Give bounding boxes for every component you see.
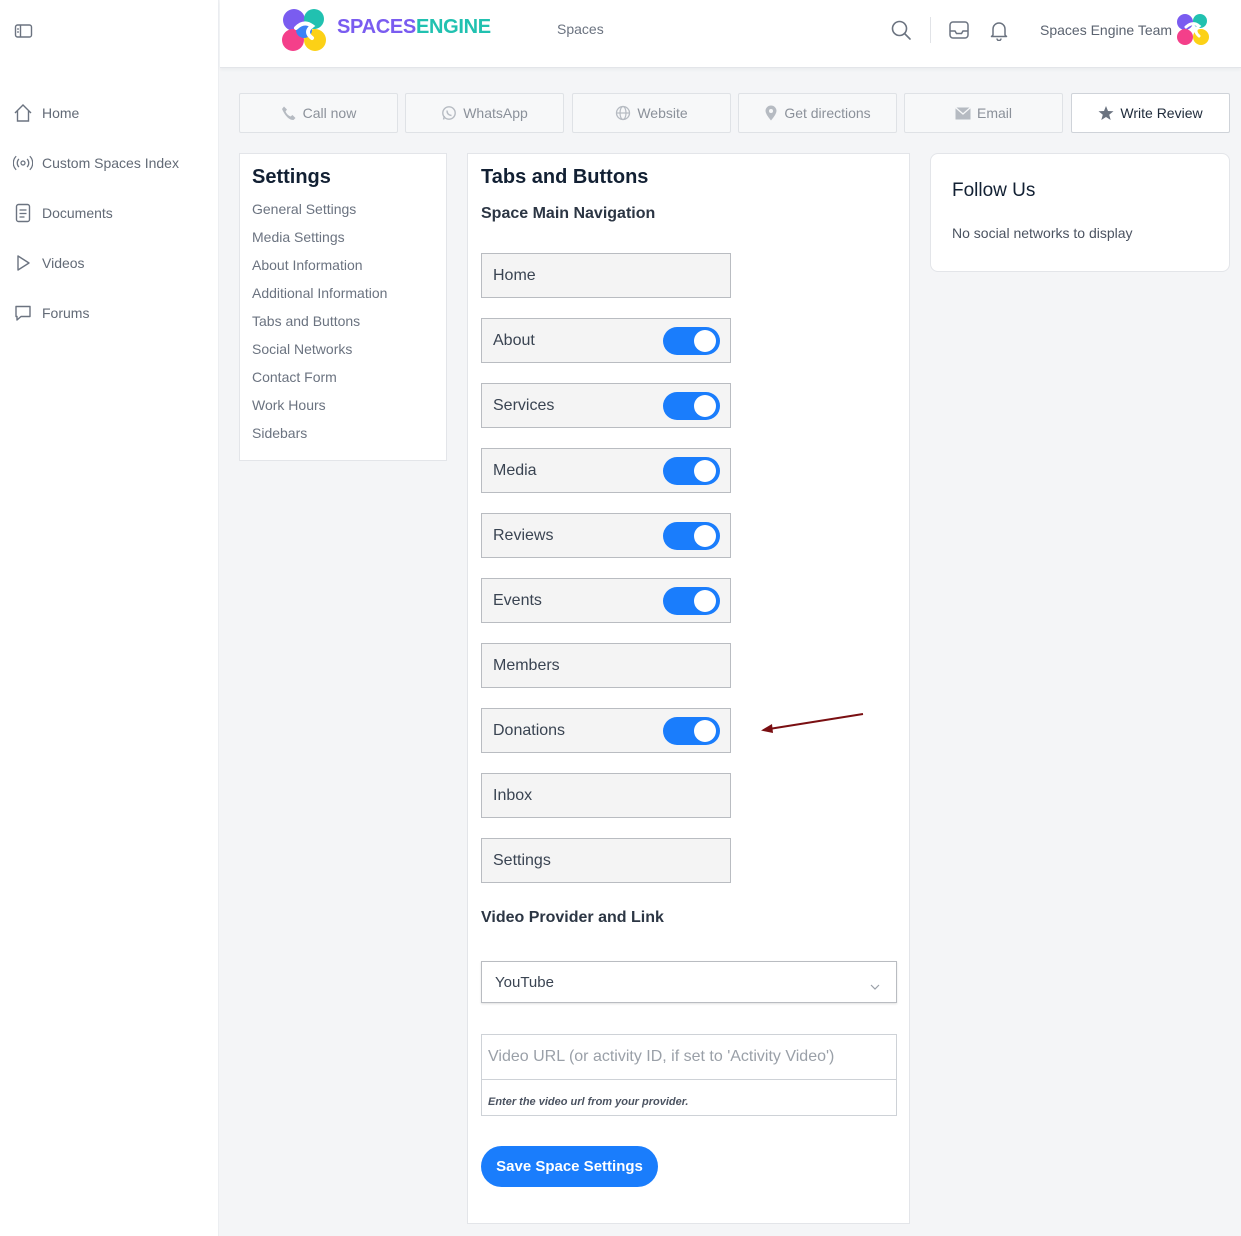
nav-item-donations[interactable]: Donations xyxy=(481,708,731,753)
nav-item-media[interactable]: Media xyxy=(481,448,731,493)
services-toggle[interactable] xyxy=(663,392,720,420)
write-review-button[interactable]: Write Review xyxy=(1071,93,1230,133)
top-header: SPACESENGINE Spaces Spaces Engine Team xyxy=(220,0,1241,68)
chat-bubble-icon xyxy=(13,303,33,323)
settings-link-sidebars[interactable]: Sidebars xyxy=(252,419,434,447)
star-icon xyxy=(1098,105,1114,121)
spaces-engine-logo[interactable] xyxy=(280,6,330,56)
nav-section-heading: Space Main Navigation xyxy=(481,205,656,222)
sidebar-item-label: Home xyxy=(42,105,80,121)
video-section-heading: Video Provider and Link xyxy=(481,909,664,926)
page-title: Tabs and Buttons xyxy=(481,166,649,188)
sidebar-item-label: Forums xyxy=(42,305,90,321)
nav-item-home[interactable]: Home xyxy=(481,253,731,298)
video-url-help-text: Enter the video url from your provider. xyxy=(488,1096,689,1108)
sidebar-item-home[interactable]: Home xyxy=(0,88,219,138)
settings-menu: Settings General Settings Media Settings… xyxy=(239,153,447,461)
spaces-link[interactable]: Spaces xyxy=(557,21,604,37)
nav-item-services[interactable]: Services xyxy=(481,383,731,428)
nav-item-inbox[interactable]: Inbox xyxy=(481,773,731,818)
sidebar-item-custom-spaces-index[interactable]: Custom Spaces Index xyxy=(0,138,219,188)
sidebar-nav: Home Custom Spaces Index Documents Video… xyxy=(0,88,219,338)
nav-item-reviews[interactable]: Reviews xyxy=(481,513,731,558)
follow-us-widget: Follow Us No social networks to display xyxy=(930,153,1230,272)
settings-link-work-hours[interactable]: Work Hours xyxy=(252,391,434,419)
user-name[interactable]: Spaces Engine Team xyxy=(1040,22,1172,38)
sidebar-item-label: Documents xyxy=(42,205,113,221)
follow-us-empty-text: No social networks to display xyxy=(952,225,1133,241)
document-icon xyxy=(13,203,33,223)
home-icon xyxy=(13,103,33,123)
settings-link-contact-form[interactable]: Contact Form xyxy=(252,363,434,391)
inbox-icon[interactable] xyxy=(948,19,970,41)
video-url-field-group: Enter the video url from your provider. xyxy=(481,1034,897,1116)
call-now-button[interactable]: Call now xyxy=(239,93,398,133)
broadcast-icon xyxy=(13,153,33,173)
settings-link-about[interactable]: About Information xyxy=(252,251,434,279)
annotation-arrow-icon xyxy=(761,713,864,733)
nav-item-members[interactable]: Members xyxy=(481,643,731,688)
donations-toggle[interactable] xyxy=(663,717,720,745)
search-icon[interactable] xyxy=(890,19,912,41)
get-directions-button[interactable]: Get directions xyxy=(738,93,897,133)
nav-item-about[interactable]: About xyxy=(481,318,731,363)
settings-link-tabs-buttons[interactable]: Tabs and Buttons xyxy=(252,307,434,335)
settings-link-general[interactable]: General Settings xyxy=(252,195,434,223)
sidebar-item-label: Videos xyxy=(42,255,85,271)
envelope-icon xyxy=(955,106,971,120)
bell-icon[interactable] xyxy=(988,19,1010,41)
website-button[interactable]: Website xyxy=(572,93,731,133)
events-toggle[interactable] xyxy=(663,587,720,615)
nav-item-settings[interactable]: Settings xyxy=(481,838,731,883)
about-toggle[interactable] xyxy=(663,327,720,355)
header-divider xyxy=(930,17,931,43)
settings-link-media[interactable]: Media Settings xyxy=(252,223,434,251)
save-space-settings-button[interactable]: Save Space Settings xyxy=(481,1146,658,1187)
play-icon xyxy=(13,253,33,273)
settings-link-additional[interactable]: Additional Information xyxy=(252,279,434,307)
phone-icon xyxy=(281,105,297,121)
map-pin-icon xyxy=(764,105,778,121)
settings-title: Settings xyxy=(252,166,331,188)
tabs-buttons-panel: Tabs and Buttons Space Main Navigation H… xyxy=(467,153,910,1224)
email-button[interactable]: Email xyxy=(904,93,1063,133)
globe-icon xyxy=(615,105,631,121)
sidebar-item-documents[interactable]: Documents xyxy=(0,188,219,238)
reviews-toggle[interactable] xyxy=(663,522,720,550)
chevron-down-icon xyxy=(870,977,880,994)
nav-item-events[interactable]: Events xyxy=(481,578,731,623)
settings-link-social[interactable]: Social Networks xyxy=(252,335,434,363)
sidebar-item-forums[interactable]: Forums xyxy=(0,288,219,338)
brand-name[interactable]: SPACESENGINE xyxy=(337,16,491,39)
avatar[interactable] xyxy=(1175,12,1211,48)
sidebar-toggle-icon[interactable] xyxy=(14,22,34,40)
sidebar-item-videos[interactable]: Videos xyxy=(0,238,219,288)
video-provider-select[interactable]: YouTube xyxy=(481,961,897,1003)
whatsapp-icon xyxy=(441,105,457,121)
left-sidebar: Home Custom Spaces Index Documents Video… xyxy=(0,0,219,1236)
sidebar-item-label: Custom Spaces Index xyxy=(42,155,179,171)
follow-us-title: Follow Us xyxy=(952,180,1036,201)
video-url-input[interactable] xyxy=(482,1035,896,1080)
whatsapp-button[interactable]: WhatsApp xyxy=(405,93,564,133)
media-toggle[interactable] xyxy=(663,457,720,485)
